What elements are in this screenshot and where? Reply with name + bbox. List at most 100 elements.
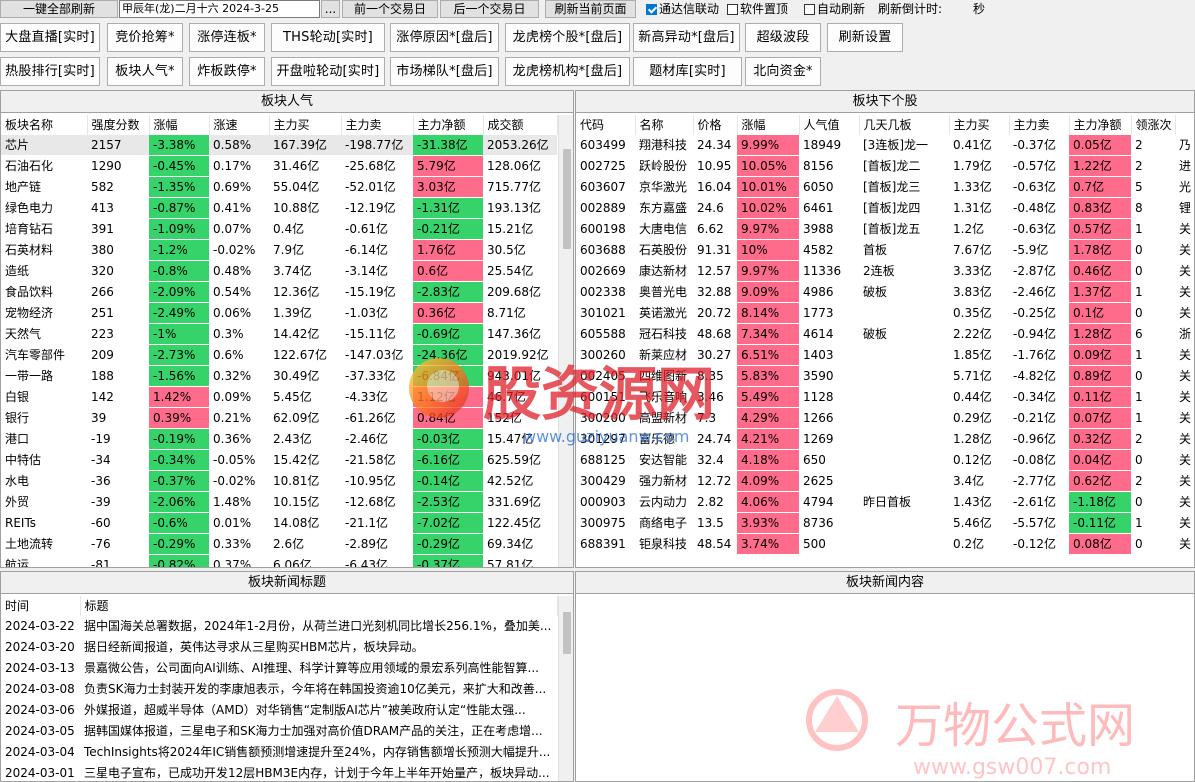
table-row[interactable]: 301297 富乐德 24.74 4.21% 1269 1.28亿 -0.96亿 0.32亿 2… xyxy=(576,428,1194,450)
table-row[interactable]: 宠物经济 251 -2.49% 0.06% 1.39亿 -1.03亿 0.36亿 8.71亿 xyxy=(1,302,557,324)
date-field[interactable]: 甲辰年(龙)二月十六 2024-3-25 xyxy=(119,0,320,18)
table-row[interactable]: 000903 云内动力 2.82 4.06% 4794 昨日首板 1.43亿 -2.61亿 -1… xyxy=(576,491,1194,513)
column-header[interactable] xyxy=(1175,115,1194,135)
table-row[interactable]: 002669 康达新材 12.57 9.97% 11336 2连板 3.33亿 -2.87亿 0… xyxy=(576,260,1194,282)
nav-row2-button-2[interactable]: 板块人气* xyxy=(107,57,183,86)
scroll-thumb[interactable] xyxy=(563,149,571,249)
column-header[interactable]: 标题 xyxy=(80,596,558,616)
table-row[interactable]: 002338 奥普光电 32.88 9.09% 4986 破板 3.83亿 -2.46亿 1.3… xyxy=(576,281,1194,303)
table-row[interactable]: 芯片 2157 -3.38% 0.58% 167.39亿 -198.77亿 -31.38亿 2… xyxy=(1,135,557,156)
next-trading-day-button[interactable]: 后一个交易日 xyxy=(440,0,539,18)
nav-row1-button-6[interactable]: 龙虎榜个股*[盘后] xyxy=(505,23,630,52)
table-row[interactable]: 土地流转 -76 -0.29% 0.33% 2.6亿 -2.89亿 -0.29亿 69.34亿 xyxy=(1,533,557,555)
table-row[interactable]: 外贸 -39 -2.06% 1.48% 10.15亿 -12.68亿 -2.53亿 331.6… xyxy=(1,491,557,513)
nav-row2-button-3[interactable]: 炸板跌停* xyxy=(189,57,265,86)
table-row[interactable]: 石油石化 1290 -0.45% 0.17% 31.46亿 -25.68亿 5.79亿 128… xyxy=(1,155,557,177)
nav-row1-button-7[interactable]: 新高异动*[盘后] xyxy=(633,23,740,52)
table-row[interactable]: 地产链 582 -1.35% 0.69% 55.04亿 -52.01亿 3.03亿 715.7… xyxy=(1,176,557,198)
column-header[interactable]: 名称 xyxy=(635,115,694,135)
table-row[interactable]: 培育钻石 391 -1.09% 0.07% 0.4亿 -0.61亿 -0.21亿 15.21亿 xyxy=(1,218,557,240)
nav-row2-button-1[interactable]: 热股排行[实时] xyxy=(0,57,100,86)
column-header[interactable]: 涨幅 xyxy=(737,115,800,135)
table-row[interactable]: 2024-03-13 景嘉微公告，公司面向AI训练、AI推理、科学计算等应用领域的… xyxy=(1,657,557,679)
table-row[interactable]: 688125 安达智能 32.4 4.18% 650 0.12亿 -0.08亿 0.04亿 0 关 xyxy=(576,449,1194,471)
table-row[interactable]: 603607 京华激光 16.04 10.01% 6050 [首板]龙三 1.33亿 -0.6… xyxy=(576,176,1194,198)
table-row[interactable]: 天然气 223 -1% 0.3% 14.42亿 -15.11亿 -0.69亿 147.36亿 xyxy=(1,323,557,345)
column-header[interactable]: 板块名称 xyxy=(1,115,88,135)
table-row[interactable]: 300429 强力新材 12.72 4.09% 2625 3.4亿 -2.77亿 0.62亿 2… xyxy=(576,470,1194,492)
table-row[interactable]: 2024-03-01 三星电子宣布，已成功开发12层HBM3E内存，计划于今年上半… xyxy=(1,762,557,781)
table-row[interactable]: 002405 四维图新 8.35 5.83% 3590 5.71亿 -4.82亿 0.89亿 0… xyxy=(576,365,1194,387)
news-scrollbar[interactable] xyxy=(558,596,573,781)
table-row[interactable]: 600151 飞乐音响 3.46 5.49% 1128 0.44亿 -0.34亿 0.11亿 1… xyxy=(576,386,1194,408)
nav-row1-button-8[interactable]: 超级波段 xyxy=(745,23,821,52)
scroll-thumb[interactable] xyxy=(563,612,571,654)
table-row[interactable]: 航运 -81 -0.82% 0.37% 6.06亿 -6.43亿 -0.37亿 57.81亿 xyxy=(1,554,557,567)
table-row[interactable]: 港口 -19 -0.19% 0.36% 2.43亿 -2.46亿 -0.03亿 15.47亿 xyxy=(1,428,557,450)
nav-row1-button-1[interactable]: 大盘直播[实时] xyxy=(0,23,100,52)
column-header[interactable]: 时间 xyxy=(1,596,81,616)
table-row[interactable]: 2024-03-04 TechInsights将2024年IC销售额预测增速提升至… xyxy=(1,741,557,763)
table-row[interactable]: 300200 高盟新材 7.3 4.29% 1266 0.29亿 -0.21亿 0.07亿 1 关 xyxy=(576,407,1194,429)
sector-scrollbar[interactable] xyxy=(558,115,573,567)
pin-checkbox[interactable]: 软件置顶 xyxy=(727,0,788,18)
nav-row1-button-3[interactable]: 涨停连板* xyxy=(189,23,265,52)
table-row[interactable]: 603499 翔港科技 24.34 9.99% 18949 [3连板]龙一 0.41亿 -0.… xyxy=(576,135,1194,156)
table-row[interactable]: 002725 跃岭股份 10.95 10.05% 8156 [首板]龙二 1.79亿 -0.5… xyxy=(576,155,1194,177)
table-row[interactable]: 汽车零部件 209 -2.73% 0.6% 122.67亿 -147.03亿 -24.36亿… xyxy=(1,344,557,366)
nav-row1-button-4[interactable]: THS轮动[实时] xyxy=(271,23,385,52)
nav-row2-button-5[interactable]: 市场梯队*[盘后] xyxy=(390,57,499,86)
nav-row1-button-9[interactable]: 刷新设置 xyxy=(827,23,903,52)
column-header[interactable]: 成交额 xyxy=(483,115,558,135)
nav-row2-button-4[interactable]: 开盘啦轮动[实时] xyxy=(271,57,385,86)
table-row[interactable]: 银行 39 0.39% 0.21% 62.09亿 -61.26亿 0.84亿 152亿 xyxy=(1,407,557,429)
column-header[interactable]: 主力卖 xyxy=(1009,115,1070,135)
table-row[interactable]: 300260 新莱应材 30.27 6.51% 1403 1.85亿 -1.76亿 0.09亿… xyxy=(576,344,1194,366)
column-header[interactable]: 领涨次 xyxy=(1131,115,1176,135)
table-row[interactable]: 中特估 -34 -0.34% -0.05% 15.42亿 -21.58亿 -6.16亿 625… xyxy=(1,449,557,471)
table-row[interactable]: 2024-03-05 据韩国媒体报道，三星电子和SK海力士加强对高价值DRAM产品… xyxy=(1,720,557,742)
column-header[interactable]: 主力买 xyxy=(269,115,342,135)
table-row[interactable]: 2024-03-20 据日经新闻报道，英伟达寻求从三星购买HBM芯片，板块异动。 xyxy=(1,636,557,658)
column-header[interactable]: 主力净额 xyxy=(413,115,484,135)
table-row[interactable]: 2024-03-08 负责SK海力士封装开发的李康旭表示，今年将在韩国投资逾10亿… xyxy=(1,678,557,700)
auto-refresh-checkbox[interactable]: 自动刷新 xyxy=(804,0,865,18)
table-row[interactable]: 白银 142 1.42% 0.09% 5.45亿 -4.33亿 1.12亿 46.7亿 xyxy=(1,386,557,408)
table-row[interactable]: 2024-03-22 据中国海关总署数据，2024年1-2月份，从荷兰进口光刻机同… xyxy=(1,616,557,637)
column-header[interactable]: 主力卖 xyxy=(341,115,414,135)
table-row[interactable]: 石英材料 380 -1.2% -0.02% 7.9亿 -6.14亿 1.76亿 30.5亿 xyxy=(1,239,557,261)
nav-row2-button-7[interactable]: 题材库[实时] xyxy=(633,57,742,86)
table-row[interactable]: 300975 商络电子 13.5 3.93% 8736 5.46亿 -5.57亿 -0.11亿… xyxy=(576,512,1194,534)
table-row[interactable]: 688391 钜泉科技 48.54 3.74% 500 0.2亿 -0.12亿 0.08亿 0 关 xyxy=(576,533,1194,555)
table-row[interactable]: 600198 大唐电信 6.62 9.97% 3988 [首板]龙五 1.2亿 -0.63亿 0… xyxy=(576,218,1194,240)
nav-row2-button-8[interactable]: 北向资金* xyxy=(745,57,821,86)
column-header[interactable]: 强度分数 xyxy=(87,115,150,135)
column-header[interactable]: 涨幅 xyxy=(149,115,210,135)
column-header[interactable]: 主力净额 xyxy=(1069,115,1132,135)
column-header[interactable]: 人气值 xyxy=(799,115,860,135)
table-row[interactable]: 造纸 320 -0.8% 0.48% 3.74亿 -3.14亿 0.6亿 25.54亿 xyxy=(1,260,557,282)
refresh-all-button[interactable]: 一键全部刷新 xyxy=(0,0,118,18)
table-row[interactable]: 食品饮料 266 -2.09% 0.54% 12.36亿 -15.19亿 -2.83亿 209… xyxy=(1,281,557,303)
table-row[interactable]: 一带一路 188 -1.56% 0.32% 30.49亿 -37.33亿 -6.84亿 943… xyxy=(1,365,557,387)
column-header[interactable]: 几天几板 xyxy=(859,115,950,135)
table-row[interactable]: 002889 东方嘉盛 24.6 10.02% 6461 [首板]龙四 1.31亿 -0.48… xyxy=(576,197,1194,219)
table-row[interactable]: 水电 -36 -0.37% -0.02% 10.81亿 -10.95亿 -0.14亿 42.5… xyxy=(1,470,557,492)
nav-row1-button-2[interactable]: 竞价抢筹* xyxy=(107,23,183,52)
nav-row1-button-5[interactable]: 涨停原因*[盘后] xyxy=(390,23,499,52)
column-header[interactable]: 价格 xyxy=(693,115,738,135)
table-row[interactable]: REITs -60 -0.6% 0.01% 14.08亿 -21.1亿 -7.02亿 122.… xyxy=(1,512,557,534)
table-row[interactable]: 301021 英诺激光 20.72 8.14% 1773 0.35亿 -0.25亿 0.1亿 0… xyxy=(576,302,1194,324)
date-picker-button[interactable]: ... xyxy=(321,0,340,18)
table-row[interactable]: 绿色电力 413 -0.87% 0.41% 10.88亿 -12.19亿 -1.31亿 193… xyxy=(1,197,557,219)
table-row[interactable]: 605588 冠石科技 48.68 7.34% 4614 破板 2.22亿 -0.94亿 1.2… xyxy=(576,323,1194,345)
sync-checkbox[interactable]: 通达信联动 xyxy=(646,0,719,18)
nav-row2-button-6[interactable]: 龙虎榜机构*[盘后] xyxy=(505,57,630,86)
refresh-page-button[interactable]: 刷新当前页面 xyxy=(545,0,636,18)
column-header[interactable]: 代码 xyxy=(576,115,636,135)
table-row[interactable]: 603688 石英股份 91.31 10% 4582 首板 7.67亿 -5.9亿 1.78亿 0… xyxy=(576,239,1194,261)
column-header[interactable]: 主力买 xyxy=(949,115,1010,135)
column-header[interactable]: 涨速 xyxy=(209,115,270,135)
table-row[interactable]: 2024-03-06 外媒报道，超威半导体（AMD）对华销售“定制版AI芯片”被美… xyxy=(1,699,557,721)
prev-trading-day-button[interactable]: 前一个交易日 xyxy=(342,0,438,18)
